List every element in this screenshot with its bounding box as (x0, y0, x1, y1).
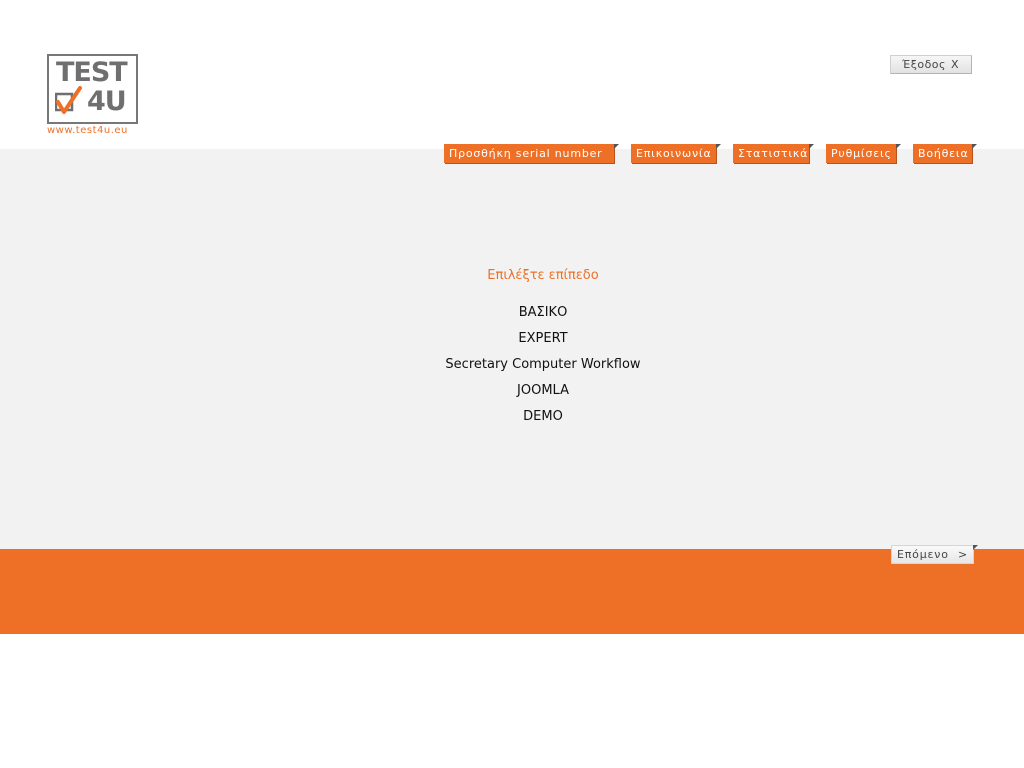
next-button-label: Επόμενο (897, 548, 949, 561)
logo-text-4u: 4U (87, 86, 127, 117)
close-icon: X (951, 58, 960, 71)
checkmark-icon (55, 86, 82, 114)
exit-button-label: Έξοδος (902, 58, 946, 71)
level-item-demo[interactable]: DEMO (420, 408, 666, 434)
nav-settings-button[interactable]: Ρυθμίσεις (826, 144, 901, 163)
logo: TEST 4U (47, 54, 138, 124)
nav-statistics-button[interactable]: Στατιστικά (733, 144, 814, 163)
level-item-expert[interactable]: EXPERT (420, 330, 666, 356)
level-item-basic[interactable]: ΒΑΣΙΚΟ (420, 304, 666, 330)
exit-button[interactable]: Έξοδος X (890, 55, 972, 74)
footer-band (0, 549, 1024, 634)
page-title: Επιλέξτε επίπεδο (487, 268, 599, 283)
logo-url: www.test4u.eu (47, 125, 128, 136)
nav-add-serial-button[interactable]: Προσθήκη serial number (444, 144, 619, 163)
level-list: ΒΑΣΙΚΟ EXPERT Secretary Computer Workflo… (420, 304, 666, 434)
level-item-joomla[interactable]: JOOMLA (420, 382, 666, 408)
chevron-right-icon: > (958, 548, 969, 561)
nav-help-button[interactable]: Βοήθεια (913, 144, 977, 163)
level-item-secretary[interactable]: Secretary Computer Workflow (420, 356, 666, 382)
logo-text-test: TEST (56, 57, 128, 88)
nav-contact-button[interactable]: Επικοινωνία (631, 144, 721, 163)
next-button[interactable]: Επόμενο > (891, 545, 978, 564)
